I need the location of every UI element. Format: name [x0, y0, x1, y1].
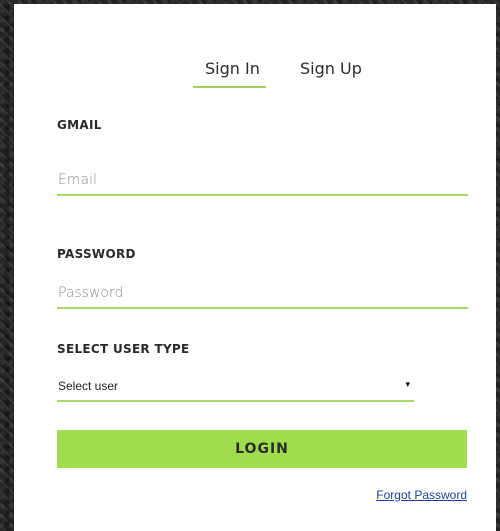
forgot-password-link[interactable]: Forgot Password: [376, 488, 467, 502]
user-type-selected-value: Select user: [58, 379, 119, 393]
user-type-select[interactable]: Select user ▾: [57, 376, 414, 402]
password-field[interactable]: [57, 285, 468, 309]
email-field[interactable]: [57, 172, 468, 196]
tab-sign-in[interactable]: Sign In: [205, 59, 260, 78]
user-type-label: SELECT USER TYPE: [57, 342, 190, 356]
active-tab-indicator: [193, 86, 266, 88]
tab-sign-up[interactable]: Sign Up: [300, 59, 362, 78]
login-card: Sign In Sign Up GMAIL PASSWORD SELECT US…: [14, 4, 496, 531]
dropdown-arrow-icon: ▾: [405, 379, 410, 389]
login-button[interactable]: LOGIN: [57, 430, 467, 468]
password-label: PASSWORD: [57, 247, 136, 261]
email-label: GMAIL: [57, 118, 102, 132]
